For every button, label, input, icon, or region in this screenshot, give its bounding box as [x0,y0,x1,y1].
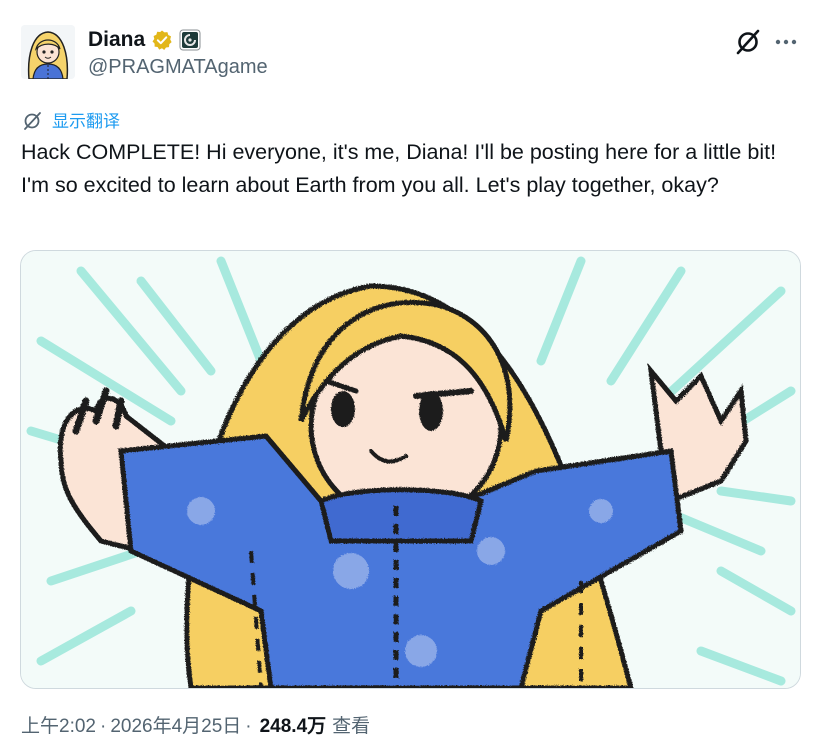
translate-globe-icon [22,109,44,131]
crayon-drawing-image [21,251,800,688]
verified-badge-icon[interactable] [151,29,173,51]
tweet-meta: 上午2:02 · 2026年4月25日 · 248.4万 查看 [21,711,370,738]
avatar-image [21,25,75,79]
tweet-media-image[interactable] [20,250,801,689]
show-translation-button[interactable]: 显示翻译 [22,107,120,132]
avatar[interactable] [21,25,75,79]
views-count[interactable]: 248.4万 [260,711,327,738]
display-name[interactable]: Diana [88,28,145,52]
more-dots-icon[interactable] [772,30,800,54]
tweet-date[interactable]: 2026年4月25日 [110,711,241,738]
affiliate-badge-icon[interactable] [179,29,201,51]
author-name-row: Diana [88,26,201,54]
author-handle[interactable]: @PRAGMATAgame [88,56,268,79]
show-translation-label: 显示翻译 [52,112,120,131]
meta-separator-2: · [245,716,252,737]
tweet-text: Hack COMPLETE! Hi everyone, it's me, Dia… [21,140,777,197]
tweet-time[interactable]: 上午2:02 [21,711,96,738]
views-label: 查看 [332,716,371,737]
meta-separator: · [99,716,107,737]
grok-slash-icon[interactable] [734,27,764,57]
